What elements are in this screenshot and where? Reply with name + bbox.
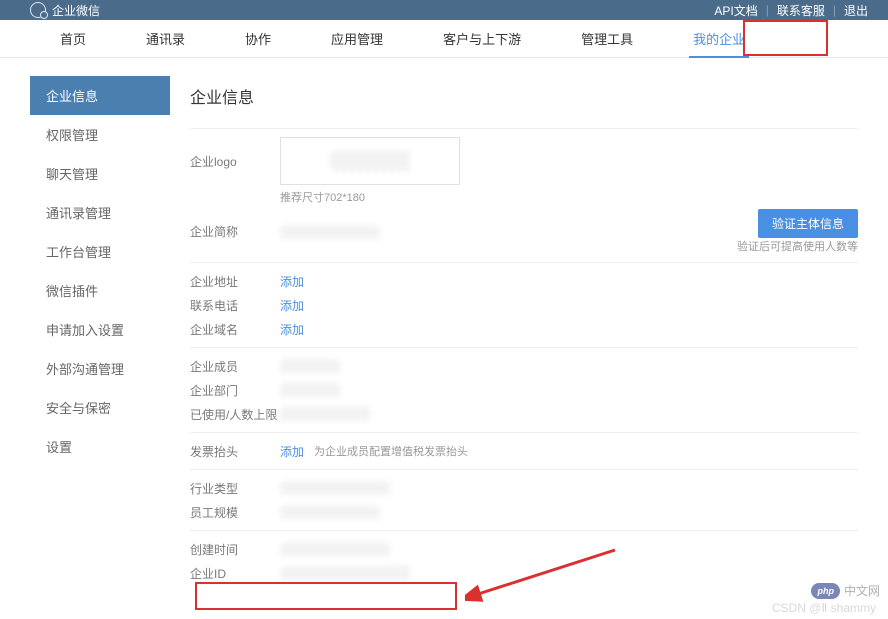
watermark-phpcn: php 中文网 xyxy=(811,582,880,599)
sidebar-item-settings[interactable]: 设置 xyxy=(30,427,170,466)
link-contact[interactable]: 联系客服 xyxy=(777,2,825,19)
add-address-link[interactable]: 添加 xyxy=(280,273,304,290)
main-nav: 首页 通讯录 协作 应用管理 客户与上下游 管理工具 我的企业 xyxy=(0,20,888,58)
nav-my-company[interactable]: 我的企业 xyxy=(693,20,745,58)
page-title: 企业信息 xyxy=(190,76,858,108)
nav-apps[interactable]: 应用管理 xyxy=(331,20,383,58)
label-scale: 员工规模 xyxy=(190,504,280,521)
watermark-csdn: CSDN @Ⅱ shammy xyxy=(772,601,876,615)
divider: | xyxy=(833,3,836,17)
label-depts: 企业部门 xyxy=(190,382,280,399)
redacted-company-name xyxy=(280,225,380,239)
link-api-docs[interactable]: API文档 xyxy=(714,2,757,19)
company-logo-preview[interactable] xyxy=(280,137,460,185)
label-company-name: 企业简称 xyxy=(190,223,280,240)
redacted-quota xyxy=(280,407,370,421)
brand-name: 企业微信 xyxy=(52,2,100,19)
redacted-depts xyxy=(280,383,340,397)
sidebar-item-join-settings[interactable]: 申请加入设置 xyxy=(30,310,170,349)
brand-logo-icon xyxy=(30,2,46,18)
logo-size-hint: 推荐尺寸702*180 xyxy=(280,189,460,205)
label-corp-id: 企业ID xyxy=(190,565,280,582)
sidebar-item-external[interactable]: 外部沟通管理 xyxy=(30,349,170,388)
redacted-created xyxy=(280,542,390,556)
nav-home[interactable]: 首页 xyxy=(60,20,86,58)
invoice-hint: 为企业成员配置增值税发票抬头 xyxy=(314,443,468,459)
nav-collab[interactable]: 协作 xyxy=(245,20,271,58)
add-phone-link[interactable]: 添加 xyxy=(280,297,304,314)
sidebar-item-company-info[interactable]: 企业信息 xyxy=(30,76,170,115)
redacted-corp-id xyxy=(280,566,410,580)
label-invoice: 发票抬头 xyxy=(190,443,280,460)
label-domain: 企业域名 xyxy=(190,321,280,338)
top-bar: 企业微信 API文档 | 联系客服 | 退出 xyxy=(0,0,888,20)
sidebar-item-workbench[interactable]: 工作台管理 xyxy=(30,232,170,271)
label-industry: 行业类型 xyxy=(190,480,280,497)
nav-customers[interactable]: 客户与上下游 xyxy=(443,20,521,58)
label-phone: 联系电话 xyxy=(190,297,280,314)
sidebar-item-chat[interactable]: 聊天管理 xyxy=(30,154,170,193)
redacted-logo xyxy=(330,151,410,171)
sidebar-item-permissions[interactable]: 权限管理 xyxy=(30,115,170,154)
divider: | xyxy=(766,3,769,17)
php-logo-icon: php xyxy=(811,583,840,599)
verify-hint: 验证后可提高使用人数等 xyxy=(737,238,858,254)
add-invoice-link[interactable]: 添加 xyxy=(280,443,304,460)
label-members: 企业成员 xyxy=(190,358,280,375)
redacted-scale xyxy=(280,505,380,519)
redacted-industry xyxy=(280,481,390,495)
label-logo: 企业logo xyxy=(190,137,280,170)
label-address: 企业地址 xyxy=(190,273,280,290)
label-created: 创建时间 xyxy=(190,541,280,558)
nav-tools[interactable]: 管理工具 xyxy=(581,20,633,58)
sidebar-item-contacts-mgmt[interactable]: 通讯录管理 xyxy=(30,193,170,232)
verify-entity-button[interactable]: 验证主体信息 xyxy=(758,209,858,238)
sidebar-item-security[interactable]: 安全与保密 xyxy=(30,388,170,427)
label-used-quota: 已使用/人数上限 xyxy=(190,406,280,423)
link-logout[interactable]: 退出 xyxy=(844,2,868,19)
content-panel: 企业信息 企业logo 推荐尺寸702*180 企业简称 验证主体信息 验证后可… xyxy=(170,76,858,591)
add-domain-link[interactable]: 添加 xyxy=(280,321,304,338)
sidebar-item-wechat-plugin[interactable]: 微信插件 xyxy=(30,271,170,310)
sidebar: 企业信息 权限管理 聊天管理 通讯录管理 工作台管理 微信插件 申请加入设置 外… xyxy=(30,76,170,591)
nav-contacts[interactable]: 通讯录 xyxy=(146,20,185,58)
redacted-members xyxy=(280,359,340,373)
